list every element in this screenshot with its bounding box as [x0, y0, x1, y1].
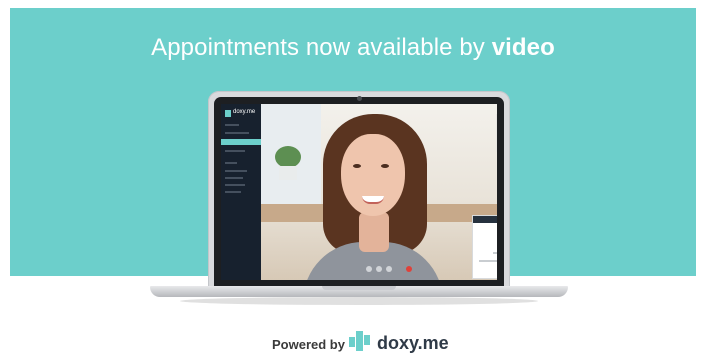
plant-pot — [279, 166, 297, 180]
chat-panel[interactable] — [473, 216, 497, 278]
video-feed — [261, 104, 497, 280]
patient-neck — [359, 212, 389, 252]
headline: Appointments now available by video — [10, 34, 696, 62]
powered-by-label: Powered by — [272, 337, 345, 352]
patient-eye — [353, 164, 361, 168]
camera-button[interactable] — [376, 266, 382, 272]
patient-eye — [381, 164, 389, 168]
sidebar-item — [225, 150, 245, 152]
laptop-notch — [322, 286, 396, 290]
chat-message — [493, 252, 497, 254]
sidebar-brand: doxy.me — [233, 109, 256, 115]
headline-emphasis: video — [491, 34, 555, 61]
headline-text: Appointments now available by — [151, 34, 485, 61]
sidebar-item — [225, 132, 249, 134]
end-call-button[interactable] — [406, 266, 412, 272]
doxy-brand-name: doxy.me — [377, 333, 449, 353]
plant-icon — [275, 146, 301, 168]
chat-message — [479, 260, 497, 262]
sidebar-item — [225, 184, 245, 186]
sidebar-item — [225, 162, 237, 164]
laptop-screen: doxy.me — [221, 104, 497, 280]
chat-header — [473, 216, 497, 223]
sidebar-item — [225, 170, 247, 172]
doxy-logo-icon — [225, 110, 231, 117]
laptop-shadow — [180, 297, 538, 305]
sidebar-item — [225, 191, 241, 193]
sidebar-item — [225, 177, 243, 179]
sidebar-item — [225, 124, 239, 126]
webcam-icon — [357, 96, 362, 101]
app-sidebar: doxy.me — [221, 104, 261, 280]
sidebar-item-active — [221, 139, 261, 145]
microphone-button[interactable] — [366, 266, 372, 272]
doxy-me-cross-icon — [349, 331, 370, 351]
screen-share-button[interactable] — [386, 266, 392, 272]
self-view-thumbnail[interactable] — [496, 114, 497, 152]
